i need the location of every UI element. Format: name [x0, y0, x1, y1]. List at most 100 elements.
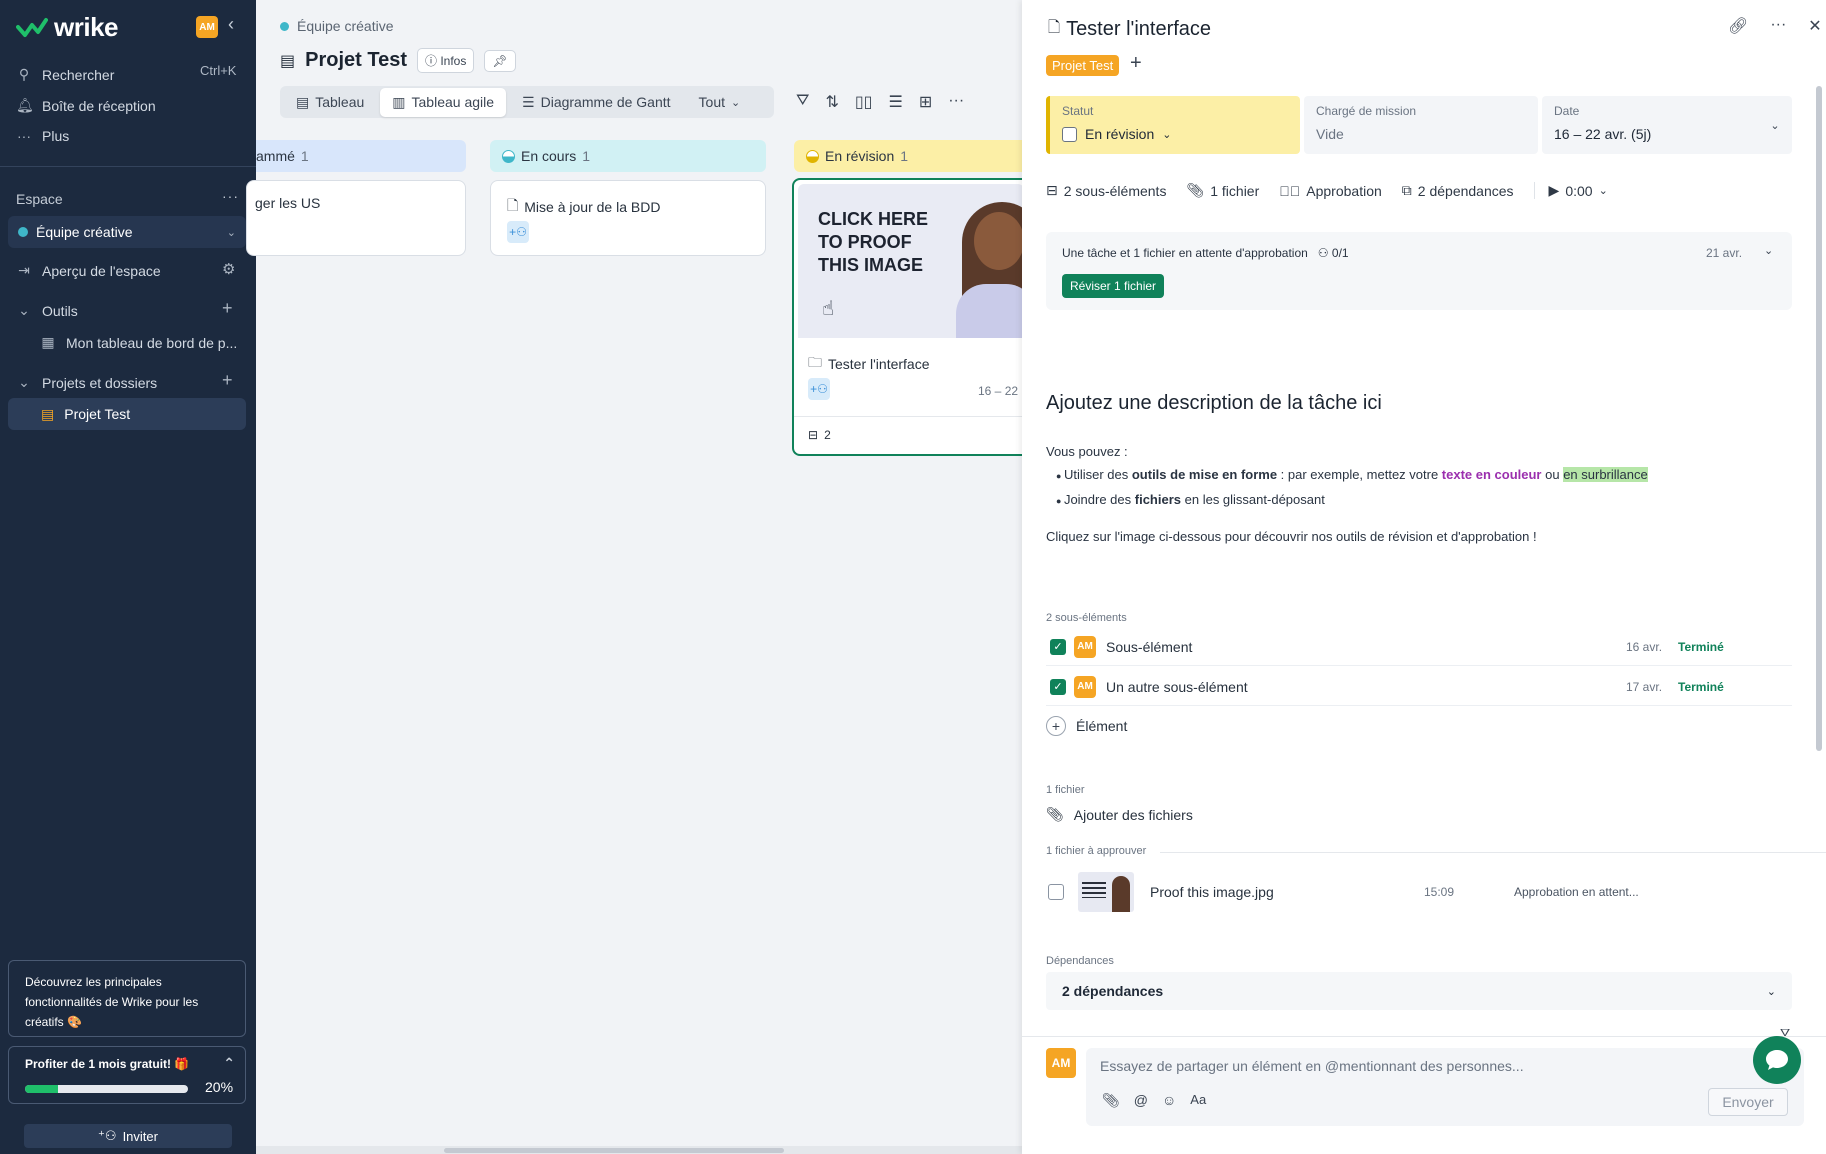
breadcrumb-space[interactable]: Équipe créative — [297, 18, 394, 34]
dependencies-chip[interactable]: ⧉ 2 dépendances — [1402, 182, 1514, 199]
mention-icon[interactable]: @ — [1134, 1092, 1148, 1109]
files-chip[interactable]: 📎︎ 1 fichier — [1186, 182, 1259, 199]
subtask-title[interactable]: Un autre sous-élément — [1106, 679, 1248, 695]
more-dots-icon[interactable]: ··· — [948, 92, 964, 112]
avatar: AM — [1074, 675, 1096, 698]
sidebar-item-dashboard[interactable]: ▦ Mon tableau de bord de p... — [40, 334, 237, 351]
file-checkbox[interactable] — [1048, 884, 1064, 900]
page-title[interactable]: Projet Test — [305, 49, 407, 72]
space-selector[interactable]: Équipe créative ⌄ — [8, 216, 246, 248]
inbox-item[interactable]: 🔔︎ Boîte de réception — [16, 97, 156, 114]
filter-icon[interactable]: ⛛ — [796, 92, 809, 112]
chevron-down-icon[interactable]: ⌄ — [1764, 244, 1773, 257]
task-title[interactable]: Tester l'interface — [1066, 18, 1211, 41]
close-icon[interactable]: ✕ — [1808, 16, 1821, 36]
breadcrumb[interactable]: Équipe créative — [280, 18, 394, 34]
description-heading[interactable]: Ajoutez une description de la tâche ici — [1046, 392, 1382, 415]
column-header-en-revision[interactable]: En révision 1 — [794, 140, 1034, 172]
status-field[interactable]: Statut En révision ⌄ — [1046, 96, 1300, 154]
invite-button[interactable]: ⁺⚇ Inviter — [24, 1124, 232, 1148]
status-checkbox[interactable] — [1062, 126, 1077, 142]
file-row[interactable]: Proof this image.jpg 15:09 Approbation e… — [1046, 868, 1792, 916]
project-icon: ▤ — [41, 405, 55, 422]
sidebar-item-projet-test[interactable]: ▤ Projet Test — [8, 398, 246, 430]
text-format-icon[interactable]: Aa — [1190, 1092, 1206, 1109]
collapse-sidebar-icon[interactable]: ‹ — [228, 14, 234, 35]
file-name[interactable]: Proof this image.jpg — [1150, 884, 1274, 900]
chat-bubble-button[interactable] — [1753, 1036, 1801, 1084]
tab-gantt[interactable]: ☰ Diagramme de Gantt — [510, 88, 683, 117]
tab-tableau[interactable]: ▤ Tableau — [284, 88, 376, 117]
files-section-label: 1 fichier — [1046, 784, 1085, 796]
description-bullet: Utiliser des outils de mise en forme : p… — [1056, 463, 1786, 488]
add-files-button[interactable]: 📎︎ Ajouter des fichiers — [1046, 806, 1193, 823]
task-card[interactable]: 🗋︎ Mise à jour de la BDD +⚇ — [490, 180, 766, 256]
add-project-icon[interactable]: + — [222, 370, 233, 391]
more-dots-icon[interactable]: ··· — [1770, 16, 1786, 36]
gear-icon[interactable]: ⚙ — [222, 260, 235, 278]
file-thumbnail[interactable] — [1078, 872, 1134, 912]
avatar[interactable]: AM — [196, 16, 218, 38]
vertical-scrollbar[interactable] — [1816, 86, 1822, 751]
comment-box[interactable]: Essayez de partager un élément en @menti… — [1086, 1048, 1804, 1126]
space-overview-item[interactable]: ⇥ Aperçu de l'espace — [16, 262, 161, 279]
projects-section[interactable]: ⌄ Projets et dossiers — [16, 374, 157, 391]
promo-card[interactable]: Découvrez les principales fonctionnalité… — [8, 960, 246, 1037]
paperclip-icon[interactable]: 📎︎ — [1102, 1092, 1120, 1109]
add-subtask-button[interactable]: + Élément — [1046, 716, 1127, 736]
logo-text: wrike — [54, 12, 119, 42]
timer-chip[interactable]: ▶ 0:00 ⌄ — [1533, 182, 1608, 199]
comment-input[interactable]: Essayez de partager un élément en @menti… — [1100, 1058, 1524, 1074]
approval-summary: Une tâche et 1 fichier en attente d'appr… — [1062, 246, 1349, 260]
columns-icon[interactable]: ▯▯ — [855, 92, 873, 112]
chevron-up-icon[interactable]: ⌃ — [223, 1055, 235, 1072]
search-item[interactable]: ⚲ Rechercher — [16, 66, 115, 83]
sort-icon[interactable]: ⇅ — [825, 92, 838, 112]
projects-label: Projets et dossiers — [42, 374, 158, 391]
assignee-field[interactable]: Chargé de mission Vide — [1304, 96, 1538, 154]
check-icon[interactable]: ✓ — [1050, 678, 1066, 695]
subtasks-chip[interactable]: ⊟ 2 sous-éléments — [1046, 182, 1166, 199]
fields-icon[interactable]: ⊞ — [919, 92, 932, 112]
add-assignee-icon[interactable]: +⚇ — [507, 221, 529, 243]
column-header-planned[interactable]: ammé 1 — [256, 140, 466, 172]
space-options-icon[interactable]: ··· — [222, 188, 239, 204]
description-body[interactable]: Vous pouvez : Utiliser des outils de mis… — [1046, 440, 1786, 548]
column-header-en-cours[interactable]: En cours 1 — [490, 140, 766, 172]
add-tag-button[interactable]: + — [1130, 52, 1142, 75]
horizontal-scrollbar[interactable] — [256, 1146, 1022, 1154]
add-assignee-icon[interactable]: +⚇ — [808, 378, 830, 400]
tab-tableau-agile[interactable]: ▥ Tableau agile — [380, 87, 507, 117]
link-icon[interactable]: 🔗︎ — [1728, 16, 1748, 36]
chevron-down-icon: ⌄ — [1162, 128, 1172, 141]
rows-icon[interactable]: ☰ — [888, 92, 902, 112]
filter-dropdown[interactable]: Tout ⌄ — [687, 88, 753, 116]
subtask-row[interactable]: ✓ AM Sous-élément 16 avr. Terminé — [1046, 628, 1792, 666]
review-file-button[interactable]: Réviser 1 fichier — [1062, 274, 1165, 298]
add-tool-icon[interactable]: + — [222, 298, 233, 319]
trial-card[interactable]: Profiter de 1 mois gratuit! 🎁 ⌃ 20% — [8, 1046, 246, 1104]
add-files-label: Ajouter des fichiers — [1073, 806, 1193, 823]
subtask-title[interactable]: Sous-élément — [1106, 639, 1192, 655]
date-field[interactable]: Date 16 – 22 avr. (5j) — [1542, 96, 1776, 154]
expand-fields-button[interactable]: ⌄ — [1758, 96, 1792, 154]
send-button[interactable]: Envoyer — [1708, 1088, 1788, 1116]
project-tag[interactable]: Projet Test — [1046, 55, 1120, 76]
tools-section[interactable]: ⌄ Outils — [16, 302, 78, 319]
woman-face — [974, 212, 1024, 270]
emoji-icon[interactable]: ☺ — [1162, 1092, 1176, 1109]
approval-chip[interactable]: ✓⃝ Approbation — [1279, 183, 1382, 199]
space-name: Équipe créative — [36, 224, 133, 240]
proof-image-cover[interactable]: CLICK HERE TO PROOF THIS IMAGE ☝︎ — [798, 184, 1024, 338]
task-card[interactable]: ger les US — [246, 180, 466, 256]
scrollbar-thumb[interactable] — [444, 1148, 784, 1153]
wrike-logo[interactable]: wrike — [16, 12, 119, 43]
check-icon[interactable]: ✓ — [1050, 638, 1066, 655]
subtask-row[interactable]: ✓ AM Un autre sous-élément 17 avr. Termi… — [1046, 668, 1792, 706]
subtask-count[interactable]: ⊟ 2 — [808, 428, 831, 442]
info-button[interactable]: ⓘ Infos — [417, 48, 475, 73]
more-item[interactable]: ··· Plus — [16, 128, 69, 144]
task-card-selected[interactable]: CLICK HERE TO PROOF THIS IMAGE ☝︎ 🗀︎ Test… — [792, 178, 1032, 456]
pin-button[interactable]: 📌︎ — [484, 49, 516, 72]
dependencies-dropdown[interactable]: 2 dépendances ⌄ — [1046, 972, 1792, 1010]
